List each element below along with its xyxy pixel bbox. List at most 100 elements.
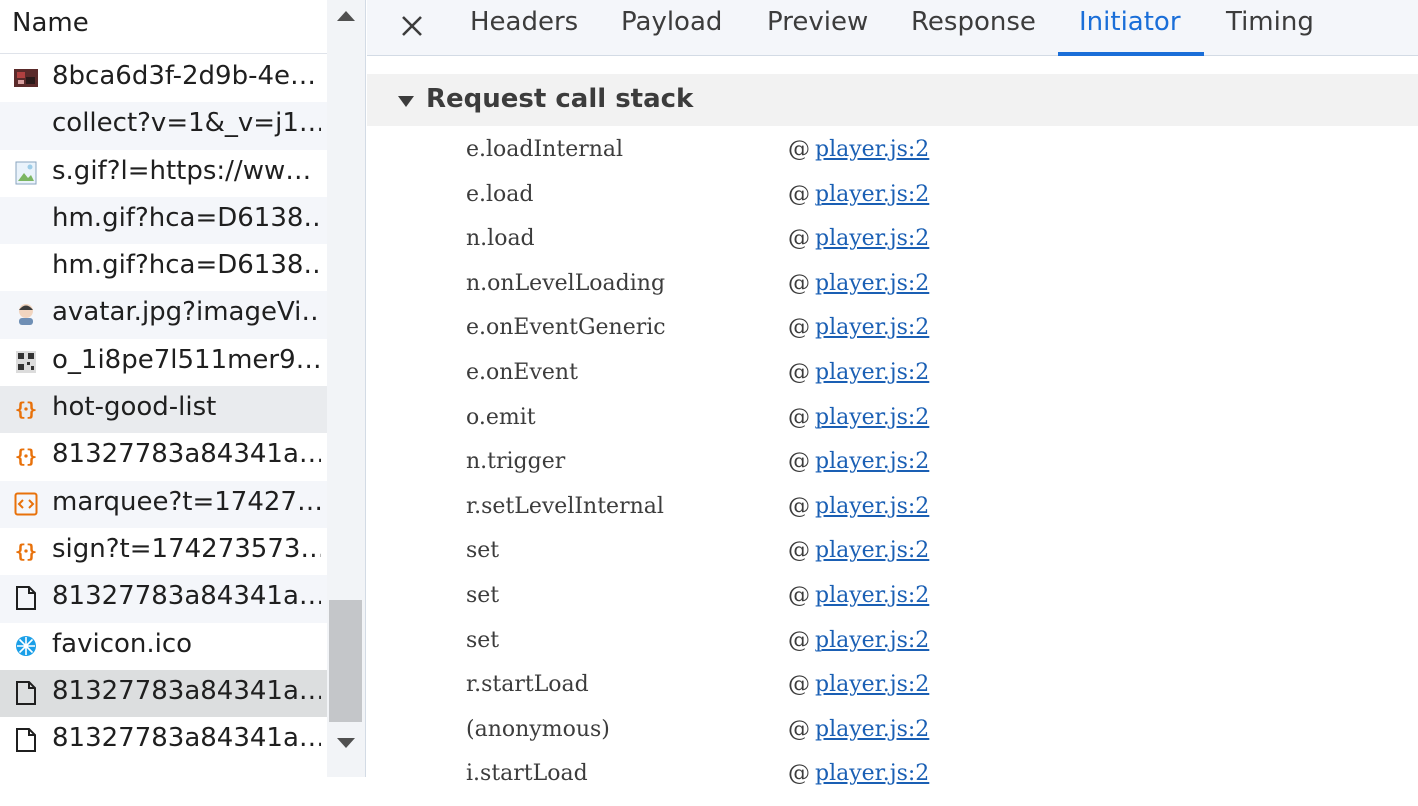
request-name: sign?t=174273573…: [52, 533, 321, 564]
frame-function-name: o.emit: [466, 404, 536, 430]
scroll-up-arrow-icon[interactable]: [336, 9, 356, 23]
stack-frame: e.load @ player.js:2: [367, 182, 1418, 227]
request-name: collect?v=1&_v=j1…: [52, 108, 321, 139]
request-name: marquee?t=17427…: [52, 486, 321, 517]
stack-frame: set @ player.js:2: [367, 583, 1418, 628]
request-name: 81327783a84341a…: [52, 675, 321, 706]
request-name: hm.gif?hca=D6138…: [52, 250, 321, 281]
frame-source-link[interactable]: player.js:2: [815, 182, 929, 207]
tab-timing[interactable]: Timing: [1226, 7, 1314, 37]
frame-source-link[interactable]: player.js:2: [815, 360, 929, 385]
frame-source-link[interactable]: player.js:2: [815, 494, 929, 519]
request-list-panel: Name 8bca6d3f-2d9b-4e… collect?v=1&_v=j1……: [0, 0, 366, 777]
initiator-panel: Request call stack e.loadInternal @ player…: [367, 56, 1418, 786]
tab-preview[interactable]: Preview: [767, 7, 868, 37]
frame-at-symbol: @: [788, 493, 810, 519]
frame-at-symbol: @: [788, 716, 810, 742]
tab-response[interactable]: Response: [911, 7, 1036, 37]
favicon-icon: [14, 634, 38, 658]
request-row[interactable]: 81327783a84341a…: [0, 717, 327, 765]
json-braces-icon: {}: [14, 397, 38, 421]
scroll-down-arrow-icon[interactable]: [336, 736, 356, 750]
request-row[interactable]: collect?v=1&_v=j1…: [0, 102, 327, 150]
scrollbar-thumb[interactable]: [329, 600, 362, 722]
stack-frame: (anonymous) @ player.js:2: [367, 717, 1418, 762]
request-name: avatar.jpg?imageVi…: [52, 297, 321, 328]
request-row[interactable]: avatar.jpg?imageVi…: [0, 291, 327, 339]
frame-function-name: e.load: [466, 181, 534, 207]
name-column-title: Name: [12, 8, 89, 38]
frame-source-link[interactable]: player.js:2: [815, 405, 929, 430]
request-row[interactable]: {} 81327783a84341a…: [0, 433, 327, 481]
request-row[interactable]: marquee?t=17427…: [0, 480, 327, 528]
json-braces-icon: {}: [14, 444, 38, 468]
collapse-triangle-icon[interactable]: [398, 96, 414, 107]
frame-function-name: r.startLoad: [466, 672, 589, 698]
request-row[interactable]: {} sign?t=174273573…: [0, 527, 327, 576]
frame-source-link[interactable]: player.js:2: [815, 672, 929, 697]
request-row[interactable]: hm.gif?hca=D6138…: [0, 244, 327, 292]
request-row[interactable]: 81327783a84341a…: [0, 575, 327, 623]
image-thumbnail-icon: [14, 66, 38, 90]
request-row[interactable]: 81327783a84341a…: [0, 669, 327, 718]
frame-source-link[interactable]: player.js:2: [815, 538, 929, 563]
stack-frame: set @ player.js:2: [367, 628, 1418, 673]
request-row[interactable]: s.gif?l=https://ww…: [0, 149, 327, 197]
frame-source-link[interactable]: player.js:2: [815, 761, 929, 786]
request-list-scrollbar[interactable]: [327, 0, 365, 777]
document-icon: [14, 680, 38, 705]
close-icon[interactable]: [398, 12, 426, 40]
request-name: o_1i8pe7l511mer9…: [52, 344, 321, 375]
frame-source-link[interactable]: player.js:2: [815, 583, 929, 608]
request-row[interactable]: favicon.ico: [0, 622, 327, 670]
frame-at-symbol: @: [788, 315, 810, 341]
frame-at-symbol: @: [788, 226, 810, 252]
frame-source-link[interactable]: player.js:2: [815, 449, 929, 474]
frame-source-link[interactable]: player.js:2: [815, 315, 929, 340]
frame-function-name: e.onEvent: [466, 360, 578, 385]
request-row[interactable]: 8bca6d3f-2d9b-4e…: [0, 55, 327, 103]
frame-source-link[interactable]: player.js:2: [815, 628, 929, 653]
qr-image-icon: [14, 350, 38, 374]
frame-at-symbol: @: [788, 583, 810, 608]
stack-frame: e.onEventGeneric @ player.js:2: [367, 315, 1418, 360]
stack-frame: n.trigger @ player.js:2: [367, 449, 1418, 494]
frame-source-link[interactable]: player.js:2: [815, 226, 929, 251]
frame-function-name: i.startLoad: [466, 761, 588, 787]
tab-headers[interactable]: Headers: [470, 7, 578, 37]
request-name: 81327783a84341a…: [52, 723, 321, 754]
image-file-icon: [14, 161, 38, 185]
details-tab-bar: Headers Payload Preview Response Initiat…: [367, 0, 1418, 56]
frame-at-symbol: @: [788, 761, 810, 787]
request-name: hm.gif?hca=D6138…: [52, 202, 321, 233]
stack-frame: i.startLoad @ player.js:2: [367, 761, 1418, 806]
request-row[interactable]: {} hot-good-list: [0, 386, 327, 434]
frame-source-link[interactable]: player.js:2: [815, 137, 929, 162]
section-title: Request call stack: [426, 84, 694, 114]
frame-at-symbol: @: [788, 538, 810, 564]
tab-initiator[interactable]: Initiator: [1079, 7, 1181, 37]
frame-function-name: n.load: [466, 226, 535, 252]
request-name: 8bca6d3f-2d9b-4e…: [52, 61, 316, 91]
request-name: favicon.ico: [52, 628, 193, 659]
frame-source-link[interactable]: player.js:2: [815, 717, 929, 742]
frame-function-name: e.loadInternal: [466, 137, 624, 162]
stack-frame: o.emit @ player.js:2: [367, 405, 1418, 450]
frame-source-link[interactable]: player.js:2: [815, 271, 929, 296]
stack-frame: n.onLevelLoading @ player.js:2: [367, 271, 1418, 316]
json-braces-icon: {}: [14, 539, 38, 563]
frame-function-name: n.onLevelLoading: [466, 270, 666, 296]
stack-frame: set @ player.js:2: [367, 538, 1418, 583]
request-row[interactable]: hm.gif?hca=D6138…: [0, 196, 327, 245]
frame-at-symbol: @: [788, 404, 810, 430]
call-stack-section-header[interactable]: Request call stack: [367, 74, 1418, 126]
request-row[interactable]: o_1i8pe7l511mer9…: [0, 338, 327, 387]
frame-at-symbol: @: [788, 270, 810, 296]
frame-function-name: (anonymous): [466, 716, 610, 742]
name-column-header[interactable]: Name: [0, 0, 327, 54]
frame-function-name: set: [466, 627, 500, 653]
request-name: 81327783a84341a…: [52, 439, 321, 470]
avatar-image-icon: [14, 302, 38, 326]
tab-payload[interactable]: Payload: [621, 7, 722, 37]
request-name: 81327783a84341a…: [52, 581, 321, 612]
